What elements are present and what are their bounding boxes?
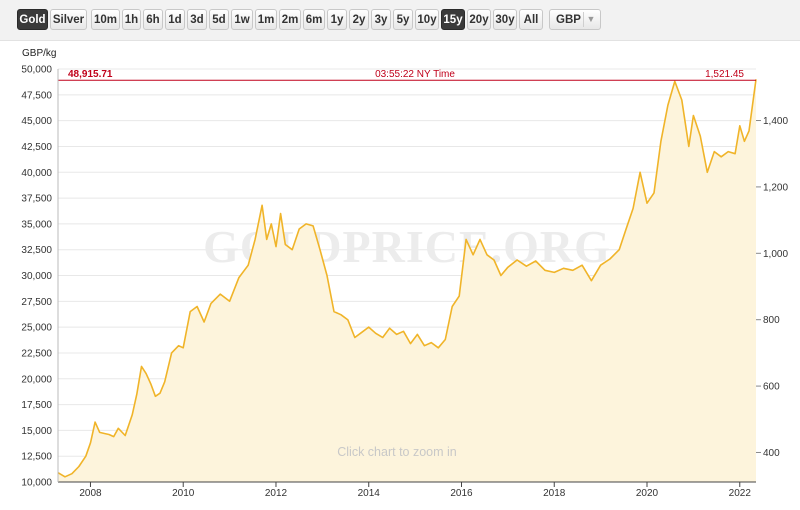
- y-tick-label: 40,000: [21, 168, 52, 179]
- y-tick-label: 10,000: [21, 478, 52, 489]
- y2-tick-label: 1,400: [763, 116, 788, 127]
- x-tick-label: 2008: [79, 488, 102, 499]
- x-tick-label: 2016: [450, 488, 473, 499]
- y-tick-label: 35,000: [21, 219, 52, 230]
- y-tick-label: 27,500: [21, 297, 52, 308]
- y-tick-label: 22,500: [21, 348, 52, 359]
- y2-tick-label: 800: [763, 315, 780, 326]
- x-tick-label: 2012: [265, 488, 288, 499]
- current-price-right: 1,521.45: [705, 69, 744, 80]
- x-tick-label: 2018: [543, 488, 566, 499]
- zoom-hint: Click chart to zoom in: [337, 445, 457, 459]
- y-tick-label: 32,500: [21, 245, 52, 256]
- x-tick-label: 2022: [729, 488, 752, 499]
- y-tick-label: 25,000: [21, 323, 52, 334]
- y2-tick-label: 1,200: [763, 182, 788, 193]
- y-tick-label: 45,000: [21, 116, 52, 127]
- x-tick-label: 2020: [636, 488, 659, 499]
- y-tick-label: 50,000: [21, 65, 52, 76]
- y-tick-label: 42,500: [21, 142, 52, 153]
- y-tick-label: 30,000: [21, 271, 52, 282]
- y-tick-label: 20,000: [21, 374, 52, 385]
- gold-price-chart[interactable]: 10,000 12,500 15,000 17,500 20,000 22,500 25,0…: [0, 0, 800, 510]
- y-tick-label: 15,000: [21, 426, 52, 437]
- y-tick-label: 12,500: [21, 452, 52, 463]
- x-tick-label: 2014: [358, 488, 381, 499]
- y-tick-label: 37,500: [21, 194, 52, 205]
- y-tick-label: 47,500: [21, 90, 52, 101]
- y-tick-label: 17,500: [21, 400, 52, 411]
- x-tick-label: 2010: [172, 488, 195, 499]
- y2-tick-label: 600: [763, 382, 780, 393]
- current-time: 03:55:22 NY Time: [375, 69, 455, 80]
- y2-tick-label: 1,000: [763, 249, 788, 260]
- y2-tick-label: 400: [763, 448, 780, 459]
- current-price-left: 48,915.71: [68, 69, 113, 80]
